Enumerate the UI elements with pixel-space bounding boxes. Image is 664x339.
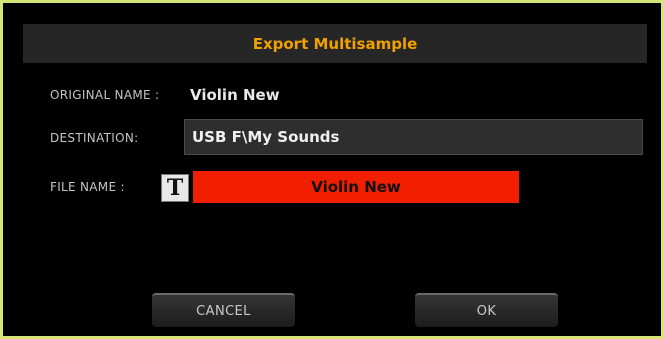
- dialog-title-bar: Export Multisample: [23, 24, 647, 63]
- ok-button[interactable]: OK: [415, 293, 558, 327]
- cancel-button-label: CANCEL: [196, 303, 251, 319]
- destination-label: DESTINATION:: [50, 131, 139, 145]
- file-name-field[interactable]: Violin New: [193, 171, 519, 203]
- text-edit-icon-glyph: T: [166, 175, 184, 201]
- dialog-title: Export Multisample: [252, 34, 418, 53]
- export-multisample-dialog: Export Multisample ORIGINAL NAME : Violi…: [0, 0, 664, 339]
- ok-button-label: OK: [476, 303, 497, 319]
- file-name-label: FILE NAME :: [50, 180, 125, 194]
- original-name-value: Violin New: [190, 86, 280, 104]
- cancel-button[interactable]: CANCEL: [152, 293, 295, 327]
- original-name-label: ORIGINAL NAME :: [50, 88, 160, 102]
- file-name-value: Violin New: [311, 178, 401, 196]
- destination-field[interactable]: USB F\My Sounds: [184, 119, 643, 155]
- destination-value: USB F\My Sounds: [192, 128, 340, 146]
- text-edit-icon[interactable]: T: [161, 174, 189, 202]
